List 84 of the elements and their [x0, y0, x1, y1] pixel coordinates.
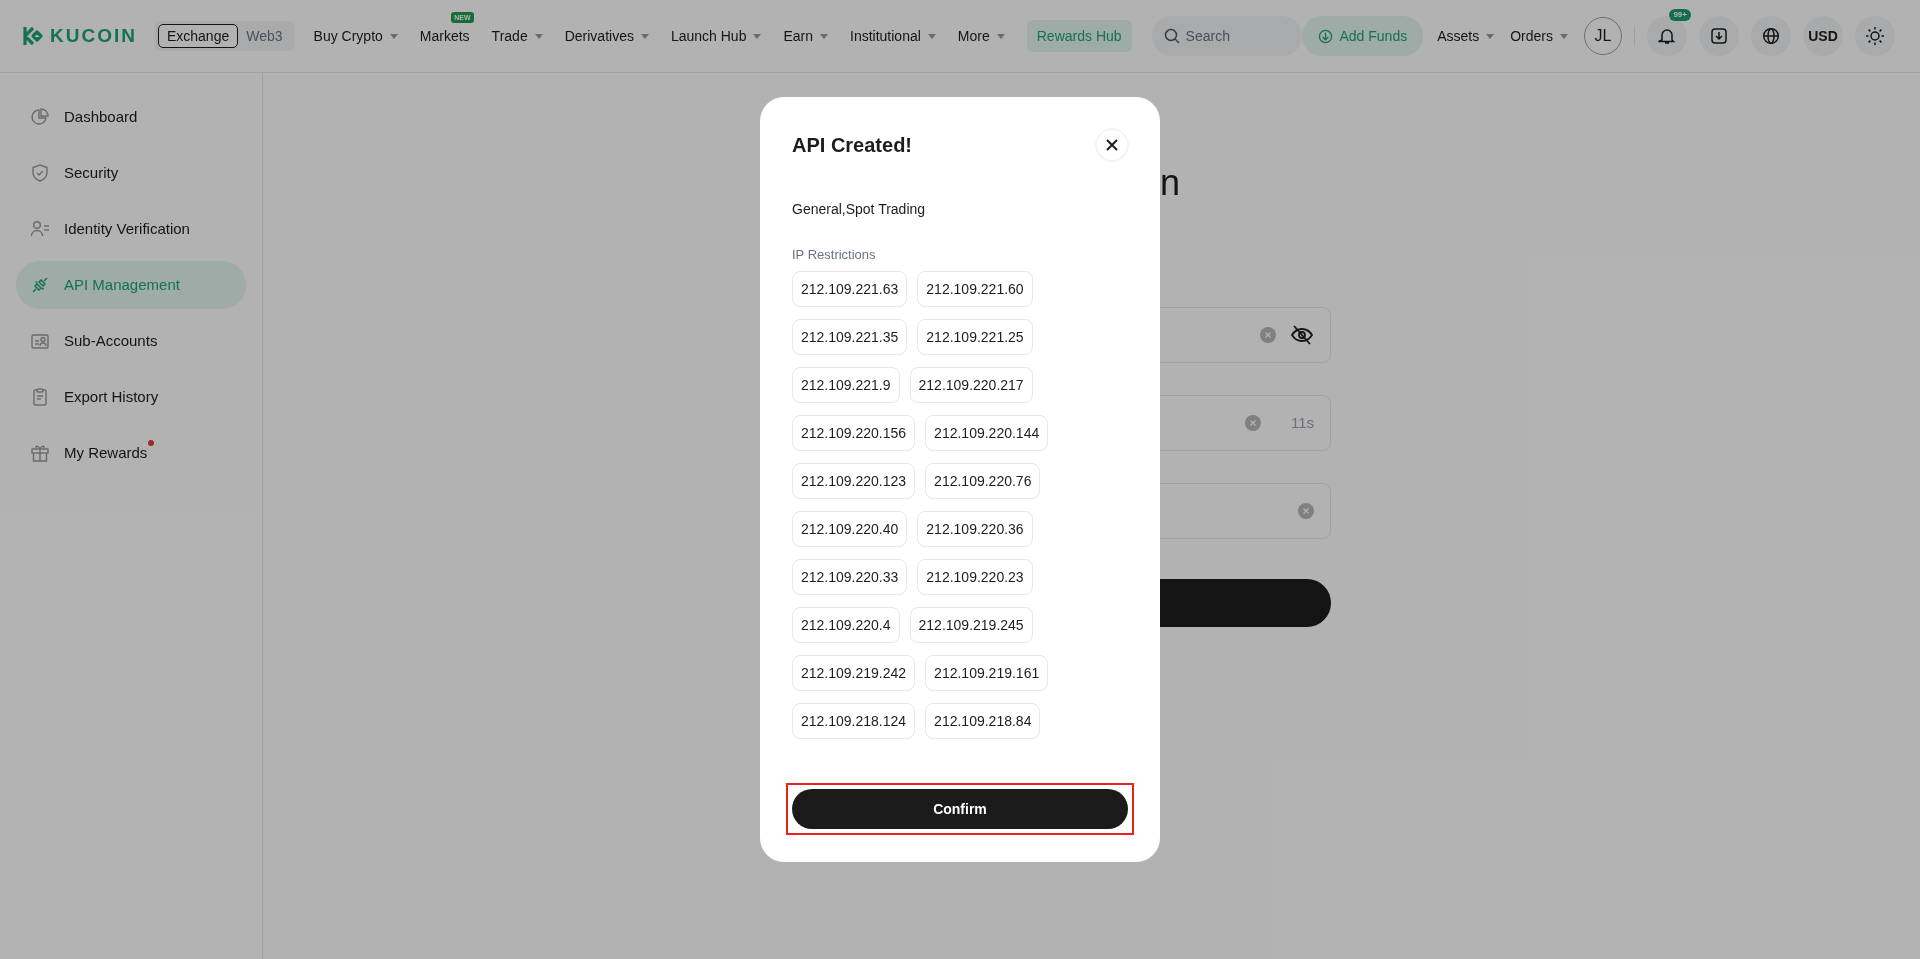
sidebar-item[interactable]: Identity Verification	[16, 205, 246, 253]
input-field[interactable]	[1160, 307, 1331, 363]
confirm-button[interactable]: Confirm	[792, 789, 1128, 829]
ip-tag: 212.109.218.124	[792, 703, 916, 739]
caret-icon	[753, 33, 762, 39]
sidebar-item[interactable]: Export History	[16, 373, 246, 421]
nav-menu-item[interactable]: Orders	[1510, 25, 1568, 47]
download-app-button[interactable]	[1699, 16, 1739, 56]
close-button[interactable]	[1095, 128, 1129, 162]
nav-menu-item[interactable]: Launch Hub	[670, 25, 762, 47]
ip-tag: 212.109.219.161	[925, 655, 1049, 691]
ip-tag: 212.109.218.84	[925, 703, 1041, 739]
profile-card-icon	[30, 331, 50, 351]
ip-tag: 212.109.221.35	[792, 319, 908, 355]
caret-icon	[1486, 33, 1495, 39]
page-heading: n	[1160, 163, 1182, 203]
bell-icon	[1658, 27, 1676, 45]
clear-icon	[1298, 503, 1314, 519]
clear-icon	[1260, 327, 1276, 343]
currency-button[interactable]: USD	[1803, 16, 1843, 56]
mode-tab[interactable]: Web3	[238, 24, 291, 48]
globe-icon	[1762, 27, 1780, 45]
shield-icon	[30, 163, 50, 183]
ip-tag: 212.109.220.36	[917, 511, 1033, 547]
pie-chart-icon	[30, 107, 50, 127]
ip-tag: 212.109.221.9	[792, 367, 900, 403]
ip-tag: 212.109.219.245	[909, 607, 1033, 643]
language-button[interactable]	[1751, 16, 1791, 56]
nav-menu-item[interactable]: Trade	[491, 25, 543, 47]
ip-tag: 212.109.220.76	[925, 463, 1041, 499]
clipboard-icon	[30, 387, 50, 407]
search-icon	[1163, 28, 1180, 44]
countdown-text: 11s	[1290, 412, 1314, 433]
close-icon	[1106, 139, 1118, 151]
nav-menu-item[interactable]: Assets	[1437, 25, 1495, 47]
ip-tag: 212.109.220.123	[792, 463, 916, 499]
input-field[interactable]	[1160, 483, 1331, 539]
eye-slash-icon	[1290, 323, 1314, 347]
download-icon	[1318, 28, 1334, 44]
caret-icon	[640, 33, 649, 39]
ip-tag: 212.109.221.25	[917, 319, 1033, 355]
nav-menu-item[interactable]: Markets	[419, 25, 470, 47]
ip-tag: 212.109.221.60	[917, 271, 1033, 307]
caret-icon	[534, 33, 543, 39]
notifications-button[interactable]	[1647, 16, 1687, 56]
nav-menu-item[interactable]: Institutional	[850, 25, 936, 47]
user-list-icon	[30, 219, 50, 239]
gift-icon	[30, 443, 50, 463]
notification-badge: 99+	[1669, 9, 1691, 21]
ip-tag: 212.109.220.23	[917, 559, 1033, 595]
ip-tag: 212.109.221.63	[792, 271, 908, 307]
ip-tag: 212.109.220.40	[792, 511, 908, 547]
sidebar-item[interactable]: My Rewards	[16, 429, 246, 477]
nav-menu-item[interactable]: Derivatives	[564, 25, 649, 47]
dialog-title: API Created!	[792, 133, 913, 158]
clear-icon	[1244, 415, 1261, 431]
ip-tag: 212.109.219.242	[792, 655, 916, 691]
ip-tag: 212.109.220.144	[925, 415, 1049, 451]
nav-menu-item[interactable]: Buy Crypto	[313, 25, 398, 47]
caret-icon	[996, 33, 1005, 39]
sun-icon	[1865, 26, 1885, 46]
ip-tag: 212.109.220.4	[792, 607, 900, 643]
nav-menu-item[interactable]: Earn	[783, 25, 828, 47]
ip-restrictions-label: IP Restrictions	[792, 246, 877, 264]
sidebar-item[interactable]: Dashboard	[16, 93, 246, 141]
caret-icon	[1560, 33, 1568, 39]
nav-menu-item[interactable]: More	[957, 25, 1005, 47]
mode-tab[interactable]: Exchange	[157, 24, 239, 48]
theme-button[interactable]	[1855, 16, 1895, 56]
plug-icon	[30, 275, 50, 295]
sidebar-item[interactable]: Sub-Accounts	[16, 317, 246, 365]
caret-icon	[389, 33, 398, 39]
ip-tag: 212.109.220.33	[792, 559, 908, 595]
logo-icon	[22, 25, 44, 47]
search-field[interactable]: Search	[1151, 16, 1302, 56]
sidebar-item[interactable]: Security	[16, 149, 246, 197]
ip-tag: 212.109.220.156	[792, 415, 916, 451]
caret-icon	[927, 33, 936, 39]
submit-button[interactable]	[1160, 579, 1331, 627]
permissions-text: General,Spot Trading	[792, 200, 927, 219]
caret-icon	[820, 33, 828, 39]
ip-tag: 212.109.220.217	[909, 367, 1033, 403]
logo-text: KUCOIN	[50, 23, 137, 48]
download-icon	[1710, 27, 1728, 45]
